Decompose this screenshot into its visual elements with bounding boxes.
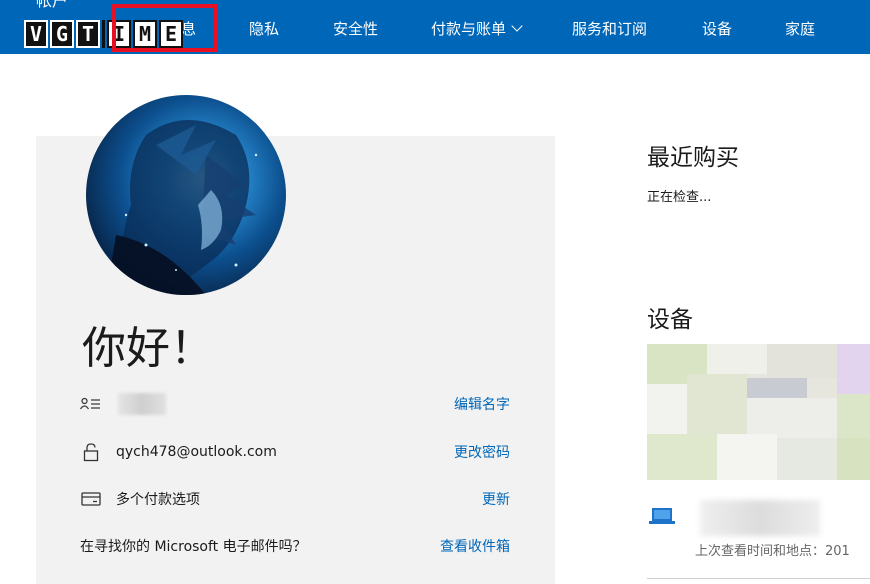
redacted-device-name: [700, 500, 820, 536]
nav-item-devices[interactable]: 设备: [702, 0, 732, 54]
greeting-heading: 你好！: [82, 323, 214, 374]
map-tile: [747, 398, 837, 438]
map-tile: [837, 344, 870, 394]
logo-letter: V: [24, 20, 48, 48]
payment-options-text: 多个付款选项: [116, 492, 200, 508]
mail-prompt-text: 在寻找你的 Microsoft 电子邮件吗？: [80, 539, 307, 555]
logo-letter: G: [50, 20, 74, 48]
nav-item-payment-billing[interactable]: 付款与账单: [431, 0, 523, 54]
map-tile: [647, 384, 687, 434]
map-tile: [767, 344, 837, 378]
devices-title: 设备: [647, 307, 693, 333]
nav-item-privacy[interactable]: 隐私: [249, 0, 279, 54]
highlight-box: [112, 4, 218, 52]
edit-name-link[interactable]: 编辑名字: [454, 394, 510, 414]
map-tile: [687, 374, 747, 434]
map-tile: [777, 438, 837, 480]
nav-item-family[interactable]: 家庭: [785, 0, 815, 54]
recent-purchases-title: 最近购买: [647, 145, 739, 171]
nav-item-services[interactable]: 服务和订阅: [572, 0, 647, 54]
device-last-seen: 上次查看时间和地点：201: [695, 544, 850, 559]
map-tile: [717, 434, 777, 480]
card-icon: [80, 489, 102, 509]
devices-divider: [647, 578, 870, 579]
change-password-link[interactable]: 更改密码: [454, 442, 510, 462]
laptop-icon: [648, 506, 676, 526]
lock-icon: [80, 442, 102, 462]
map-tile: [647, 434, 717, 480]
profile-row-mail: 在寻找你的 Microsoft 电子邮件吗？ 查看收件箱: [80, 534, 510, 558]
chevron-down-icon: [511, 20, 523, 32]
profile-row-email: qych478@outlook.com 更改密码: [80, 440, 510, 464]
account-email: qych478@outlook.com: [116, 444, 277, 460]
nav-item-security[interactable]: 安全性: [333, 0, 378, 54]
update-payment-link[interactable]: 更新: [482, 489, 510, 509]
map-tile: [747, 378, 807, 398]
map-tile: [707, 344, 767, 374]
profile-row-name: 编辑名字: [80, 392, 510, 416]
logo-separator: [102, 20, 105, 48]
person-list-icon: [80, 394, 102, 414]
redacted-name: [118, 393, 166, 415]
view-inbox-link[interactable]: 查看收件箱: [440, 536, 510, 556]
avatar-artwork: [106, 120, 258, 295]
profile-row-payment: 多个付款选项 更新: [80, 487, 510, 511]
nav-item-account[interactable]: 帐户: [36, 0, 68, 16]
device-location-map[interactable]: [647, 344, 870, 480]
map-tile: [837, 394, 870, 438]
profile-avatar[interactable]: [86, 95, 286, 295]
recent-purchases-status: 正在检查...: [647, 190, 712, 205]
map-tile: [837, 438, 870, 480]
logo-letter: T: [76, 20, 100, 48]
nav-item-payment-label: 付款与账单: [431, 20, 507, 38]
